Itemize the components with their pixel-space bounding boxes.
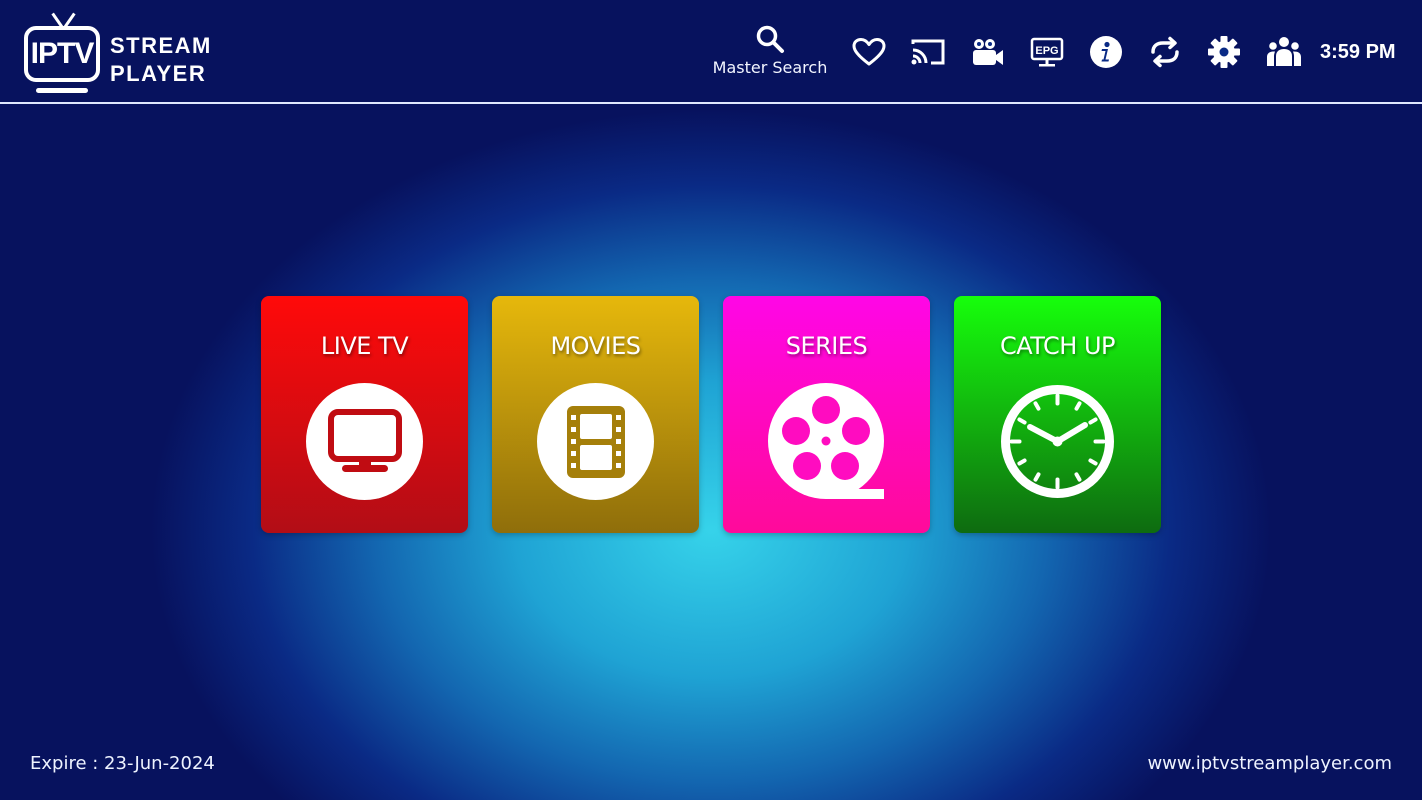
master-search-label: Master Search (712, 58, 828, 77)
film-reel-icon (768, 383, 884, 499)
clock-tick (1033, 401, 1041, 411)
settings-button[interactable] (1206, 34, 1242, 70)
epg-icon: EPG (1030, 37, 1064, 67)
tile-label: CATCH UP (999, 332, 1116, 360)
clock-time: 3:59 PM (1320, 41, 1396, 63)
clock-tick (1017, 417, 1027, 425)
header-divider (0, 102, 1422, 104)
gear-icon (1208, 36, 1240, 68)
app-logo: IPTV STREAM PLAYER (22, 10, 242, 98)
refresh-icon (1151, 36, 1179, 68)
master-search-button[interactable]: Master Search (706, 24, 834, 78)
tile-icon-circle (768, 383, 885, 500)
logo-wordmark: STREAM PLAYER (110, 32, 212, 88)
top-bar: IPTV STREAM PLAYER Master Search EPG 3:5… (0, 0, 1422, 102)
tile-label: MOVIES (550, 332, 641, 360)
clock-tick (1033, 472, 1041, 482)
cast-icon (911, 39, 945, 65)
tile-series[interactable]: SERIES (723, 296, 930, 533)
tile-movies[interactable]: MOVIES (492, 296, 699, 533)
favorites-button[interactable] (851, 34, 887, 70)
logo-line-1: STREAM (110, 33, 212, 58)
recordings-button[interactable] (970, 34, 1006, 70)
logo-tv-frame: IPTV (24, 26, 100, 82)
epg-button[interactable]: EPG (1029, 34, 1065, 70)
tile-catch-up[interactable]: CATCH UP (954, 296, 1161, 533)
cast-button[interactable] (910, 34, 946, 70)
tile-label: SERIES (785, 332, 868, 360)
clock-icon (1001, 385, 1114, 498)
clock-tick (1074, 472, 1082, 482)
epg-icon-text: EPG (1035, 45, 1058, 57)
clock-tick (1017, 458, 1027, 466)
info-icon (1090, 36, 1122, 68)
website-link[interactable]: www.iptvstreamplayer.com (1147, 752, 1392, 776)
tv-icon (327, 408, 402, 472)
logo-line-2: PLAYER (110, 61, 207, 86)
users-icon (1267, 37, 1301, 66)
users-button[interactable] (1266, 34, 1302, 70)
search-icon (756, 25, 784, 53)
tile-icon-circle (999, 383, 1116, 500)
logo-badge-text: IPTV (30, 37, 95, 70)
film-icon (566, 405, 625, 478)
tile-icon-circle (537, 383, 654, 500)
tile-live-tv[interactable]: LIVE TV (261, 296, 468, 533)
clock-tick (1088, 458, 1098, 466)
tile-label: LIVE TV (320, 332, 409, 360)
clock-tick (1088, 417, 1098, 425)
heart-icon (852, 38, 886, 66)
info-button[interactable] (1088, 34, 1124, 70)
video-camera-icon (973, 39, 1003, 65)
refresh-button[interactable] (1147, 34, 1183, 70)
clock-tick (1074, 401, 1082, 411)
tile-icon-circle (306, 383, 423, 500)
expire-date: Expire : 23-Jun-2024 (30, 753, 215, 774)
logo-tv-stand (36, 88, 88, 93)
